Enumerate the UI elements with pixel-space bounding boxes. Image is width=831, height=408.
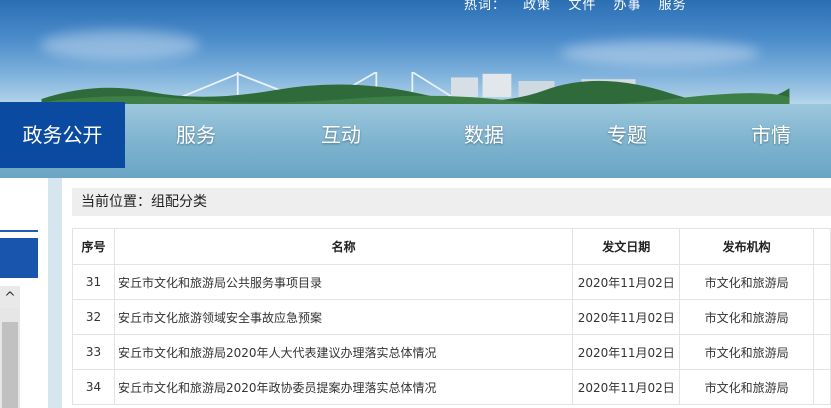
hot-word-link[interactable]: 办事: [613, 0, 641, 13]
table-header-row: 序号 名称 发文日期 发布机构: [72, 228, 831, 265]
document-table: 序号 名称 发文日期 发布机构 31 安丘市文化和旅游局公共服务事项目录 202…: [72, 228, 831, 405]
scroll-up-icon[interactable]: ^: [0, 286, 20, 308]
row-spacer: [812, 334, 831, 370]
document-title-link[interactable]: 安丘市文化和旅游局公共服务事项目录: [113, 264, 574, 300]
publish-date: 2020年11月02日: [572, 334, 681, 370]
publish-org: 市文化和旅游局: [679, 264, 814, 300]
cloud: [40, 30, 200, 60]
row-number: 31: [72, 264, 115, 300]
nav-item-city-info[interactable]: 市情: [720, 102, 822, 168]
publish-org: 市文化和旅游局: [679, 299, 814, 335]
document-title-link[interactable]: 安丘市文化和旅游局2020年人大代表建议办理落实总体情况: [113, 334, 574, 370]
hot-word-link[interactable]: 服务: [659, 0, 687, 13]
col-header-spacer: [812, 228, 831, 265]
sidebar-scrollbar[interactable]: ^: [0, 286, 20, 408]
publish-date: 2020年11月02日: [572, 264, 681, 300]
document-title-link[interactable]: 安丘市文化旅游领域安全事故应急预案: [113, 299, 574, 335]
col-header-name: 名称: [113, 228, 574, 265]
nav-item-data[interactable]: 数据: [433, 102, 535, 168]
row-number: 33: [72, 334, 115, 370]
sidebar-divider: [0, 230, 38, 232]
main-content: 当前位置：组配分类 序号 名称 发文日期 发布机构 31 安丘市文化和旅游局公共…: [62, 178, 831, 408]
col-header-date: 发文日期: [572, 228, 681, 265]
table-row: 31 安丘市文化和旅游局公共服务事项目录 2020年11月02日 市文化和旅游局: [72, 264, 831, 300]
row-spacer: [812, 369, 831, 405]
row-spacer: [812, 299, 831, 335]
table-row: 33 安丘市文化和旅游局2020年人大代表建议办理落实总体情况 2020年11月…: [72, 334, 831, 370]
document-title-link[interactable]: 安丘市文化和旅游局2020年政协委员提案办理落实总体情况: [113, 369, 574, 405]
hot-words: 热词： 政策 文件 办事 服务: [464, 0, 699, 13]
hot-words-label: 热词：: [464, 0, 507, 13]
table-row: 34 安丘市文化和旅游局2020年政协委员提案办理落实总体情况 2020年11月…: [72, 369, 831, 405]
nav-item-topics[interactable]: 专题: [576, 102, 678, 168]
nav-item-services[interactable]: 服务: [145, 102, 247, 168]
cloud: [560, 40, 760, 66]
publish-date: 2020年11月02日: [572, 299, 681, 335]
row-number: 34: [72, 369, 115, 405]
col-header-org: 发布机构: [679, 228, 814, 265]
publish-org: 市文化和旅游局: [679, 369, 814, 405]
sidebar-active-item[interactable]: [0, 238, 38, 278]
publish-date: 2020年11月02日: [572, 369, 681, 405]
breadcrumb: 当前位置：组配分类: [72, 188, 831, 216]
nav-item-government-affairs[interactable]: 政务公开: [0, 102, 125, 168]
hot-word-link[interactable]: 文件: [568, 0, 596, 13]
main-nav: 政务公开 服务 互动 数据 专题 市情: [0, 102, 831, 168]
col-header-no: 序号: [72, 228, 115, 265]
row-number: 32: [72, 299, 115, 335]
left-sidebar: ^: [0, 178, 48, 408]
nav-item-interaction[interactable]: 互动: [290, 102, 392, 168]
scroll-thumb[interactable]: [2, 322, 18, 408]
publish-org: 市文化和旅游局: [679, 334, 814, 370]
hot-word-link[interactable]: 政策: [523, 0, 551, 13]
table-row: 32 安丘市文化旅游领域安全事故应急预案 2020年11月02日 市文化和旅游局: [72, 299, 831, 335]
column-gap: [48, 178, 62, 408]
row-spacer: [812, 264, 831, 300]
